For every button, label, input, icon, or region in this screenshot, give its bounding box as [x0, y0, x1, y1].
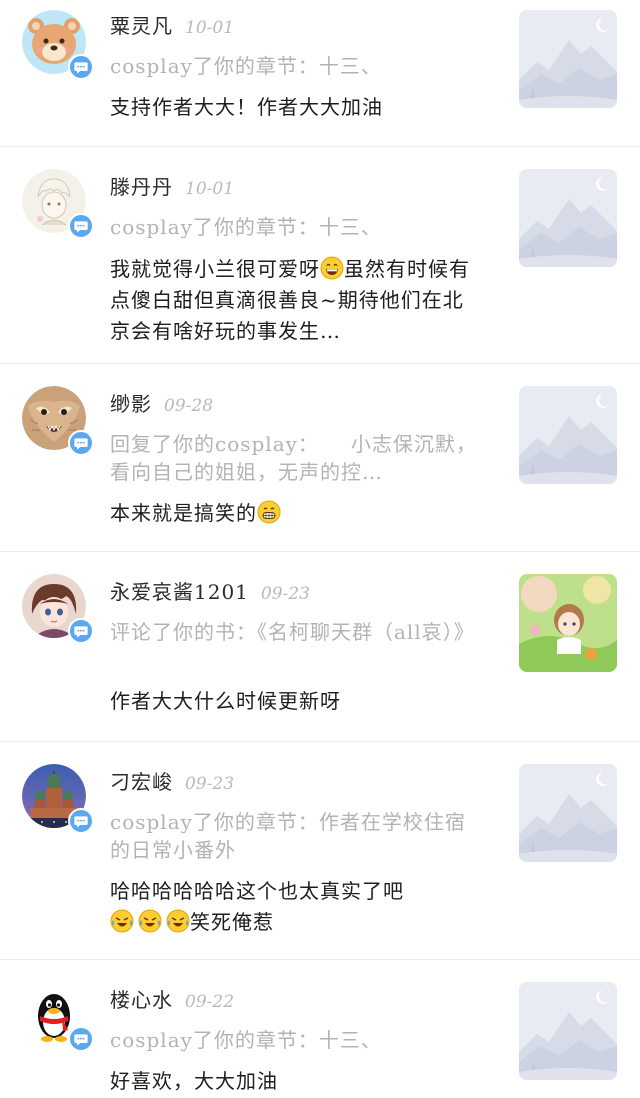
comment-text: 作者大大什么时候更新呀	[110, 689, 341, 713]
timestamp: 09-28	[164, 396, 214, 416]
comment-line: 哈哈哈哈哈哈这个也太真实了吧	[110, 879, 404, 903]
list-item[interactable]: 粟灵凡 10-01 cosplay了你的章节：十三、 支持作者大大！作者大大加油	[0, 0, 640, 147]
avatar[interactable]	[22, 764, 94, 834]
username[interactable]: 缈影	[110, 388, 152, 417]
comment-badge	[68, 808, 94, 834]
chat-bubble-icon	[73, 623, 89, 639]
rofl-emoji-icon	[138, 909, 162, 933]
grinning-face-emoji-icon	[320, 256, 344, 280]
chapter-thumbnail[interactable]	[519, 982, 617, 1080]
username[interactable]: 永爱哀酱1201	[110, 576, 249, 605]
comment-badge	[68, 54, 94, 80]
timestamp: 09-23	[185, 774, 235, 794]
name-row: 滕丹丹 10-01	[110, 171, 234, 201]
comment-text-part: 我就觉得小兰很可爱呀	[110, 257, 320, 281]
chat-bubble-icon	[73, 218, 89, 234]
chapter-thumbnail[interactable]	[519, 10, 617, 108]
comment-badge	[68, 1026, 94, 1052]
comment-text: 哈哈哈哈哈哈这个也太真实了吧 笑死俺惹	[110, 876, 482, 938]
context-text[interactable]: cosplay了你的章节：十三、	[110, 52, 480, 80]
rofl-emoji-icon	[166, 909, 190, 933]
list-item[interactable]: 滕丹丹 10-01 cosplay了你的章节：十三、 我就觉得小兰很可爱呀 虽然有…	[0, 147, 640, 364]
timestamp: 10-01	[185, 179, 235, 199]
name-row: 缈影 09-28	[110, 388, 213, 418]
list-item[interactable]: 刁宏峻 09-23 cosplay了你的章节：作者在学校住宿的日常小番外 哈哈哈…	[0, 742, 640, 960]
name-row: 粟灵凡 10-01	[110, 10, 234, 40]
reply-thumbnail[interactable]	[519, 386, 617, 484]
chat-bubble-icon	[73, 813, 89, 829]
avatar[interactable]	[22, 169, 94, 239]
comment-text-part: 本来就是搞笑的	[110, 501, 257, 525]
timestamp: 09-23	[260, 584, 310, 604]
context-text[interactable]: cosplay了你的章节：十三、	[110, 213, 480, 241]
avatar[interactable]	[22, 10, 94, 80]
context-text[interactable]: 评论了你的书：《名柯聊天群（all哀）》	[110, 618, 480, 646]
timestamp: 09-22	[185, 992, 235, 1012]
chat-bubble-icon	[73, 435, 89, 451]
list-item[interactable]: 永爱哀酱1201 09-23 评论了你的书：《名柯聊天群（all哀）》 作者大大…	[0, 552, 640, 742]
grimacing-face-emoji-icon	[257, 500, 281, 524]
book-cover-thumbnail[interactable]	[519, 574, 617, 672]
username[interactable]: 刁宏峻	[110, 766, 173, 795]
comment-text: 支持作者大大！作者大大加油	[110, 95, 383, 119]
comment-line: 笑死俺惹	[110, 907, 482, 938]
avatar[interactable]	[22, 574, 94, 644]
comment-text: 好喜欢，大大加油	[110, 1069, 278, 1093]
comment-text: 我就觉得小兰很可爱呀 虽然有时候有点傻白甜但真滴很善良~期待他们在北京会有啥好玩的…	[110, 254, 482, 347]
chapter-thumbnail[interactable]	[519, 764, 617, 862]
comment-text: 本来就是搞笑的	[110, 498, 482, 529]
username[interactable]: 楼心水	[110, 984, 173, 1013]
comment-badge	[68, 430, 94, 456]
timestamp: 10-01	[185, 18, 235, 38]
avatar[interactable]	[22, 386, 94, 456]
chat-bubble-icon	[73, 59, 89, 75]
comment-badge	[68, 618, 94, 644]
rofl-emoji-icon	[110, 909, 134, 933]
avatar[interactable]	[22, 982, 94, 1052]
chat-bubble-icon	[73, 1031, 89, 1047]
comment-badge	[68, 213, 94, 239]
context-text[interactable]: cosplay了你的章节：作者在学校住宿的日常小番外	[110, 808, 480, 864]
name-row: 永爱哀酱1201 09-23	[110, 576, 310, 606]
name-row: 楼心水 09-22	[110, 984, 234, 1014]
name-row: 刁宏峻 09-23	[110, 766, 234, 796]
chapter-thumbnail[interactable]	[519, 169, 617, 267]
username[interactable]: 滕丹丹	[110, 171, 173, 200]
username[interactable]: 粟灵凡	[110, 10, 173, 39]
context-text[interactable]: 回复了你的cosplay： 小志保沉默，看向自己的姐姐，无声的控…	[110, 430, 480, 486]
list-item[interactable]: 楼心水 09-22 cosplay了你的章节：十三、 好喜欢，大大加油	[0, 960, 640, 1098]
comment-text-part: 笑死俺惹	[190, 910, 274, 934]
list-item[interactable]: 缈影 09-28 回复了你的cosplay： 小志保沉默，看向自己的姐姐，无声的…	[0, 364, 640, 552]
context-text[interactable]: cosplay了你的章节：十三、	[110, 1026, 480, 1054]
